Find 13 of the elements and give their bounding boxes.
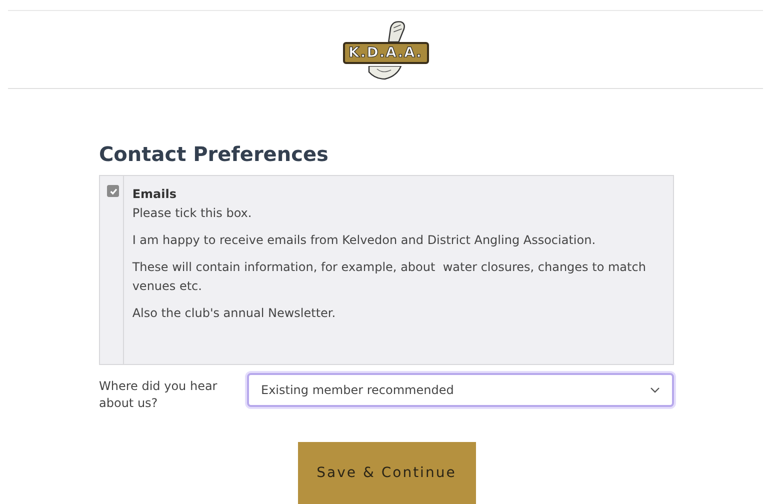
- consent-text: Please tick this box.: [132, 205, 253, 222]
- referral-select[interactable]: Existing member recommended: [247, 373, 674, 407]
- checkbox[interactable]: [107, 185, 119, 197]
- chevron-down-icon: [650, 387, 660, 393]
- checkbox-label: Emails: [132, 186, 178, 203]
- section-title: Contact Preferences: [99, 141, 330, 168]
- consent-text: These will contain information, for example, about water closures, changes to match venues etc.: [132, 259, 647, 295]
- consent-text: Also the club's annual Newsletter.: [132, 305, 337, 322]
- fish-tail-icon: [388, 20, 406, 42]
- consent-text: I am happy to receive emails from Kelvedon and District Angling Association.: [132, 232, 597, 249]
- logo[interactable]: K.D.A.A.: [342, 42, 428, 64]
- save-continue-button[interactable]: Save & Continue: [298, 442, 476, 504]
- field-label: Where did you hear about us?: [99, 378, 218, 412]
